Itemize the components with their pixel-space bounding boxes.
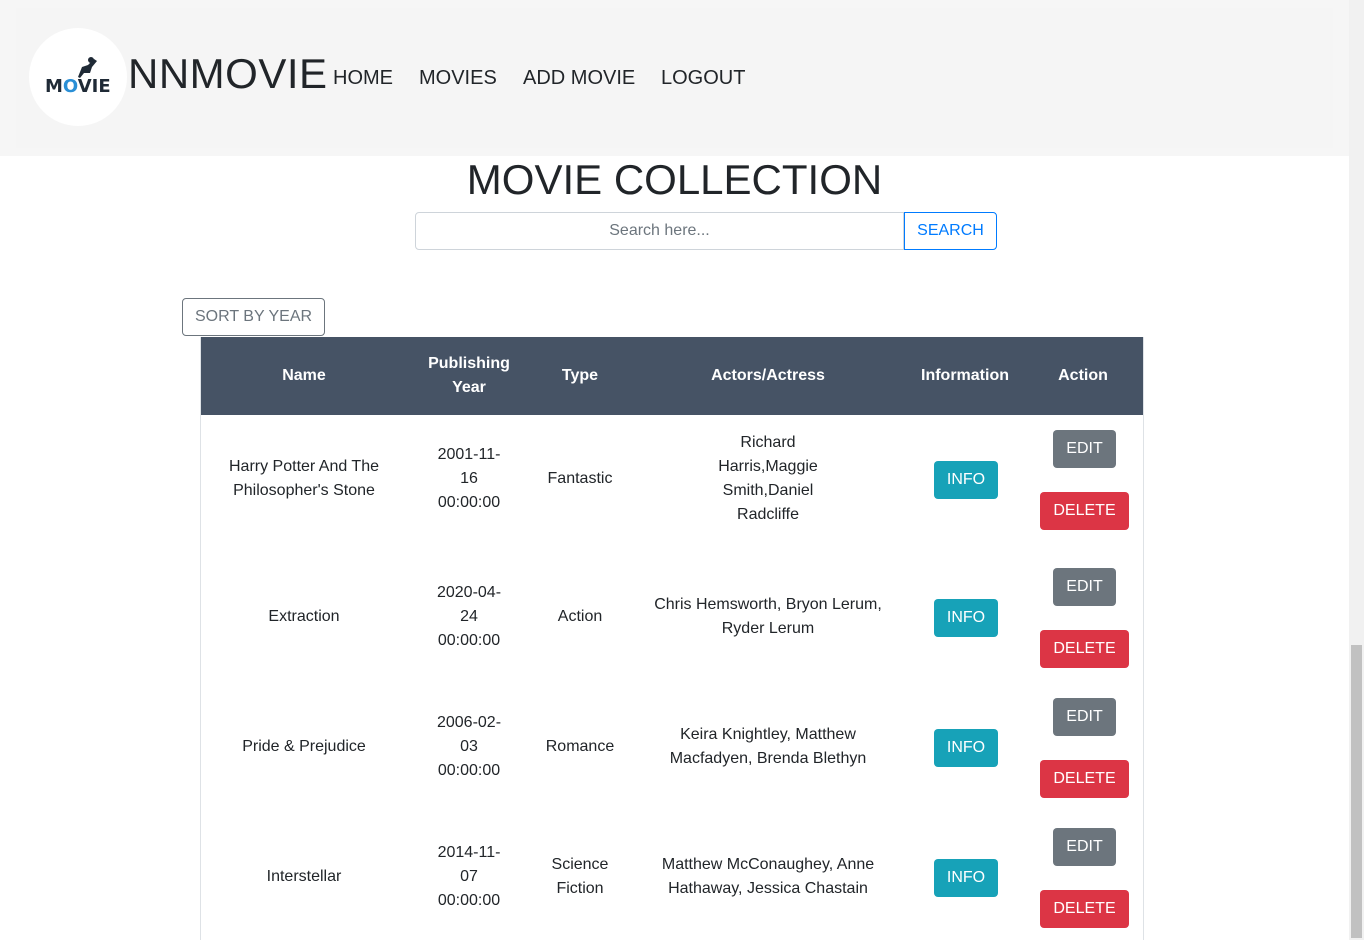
table-header: Name Publishing Year Type Actors/Actress… [201, 337, 1143, 415]
column-header-type: Type [561, 367, 599, 384]
info-button[interactable]: INFO [934, 729, 998, 767]
movie-name: Extraction [268, 608, 340, 625]
search-input[interactable] [415, 212, 904, 250]
logo-text: MOVIE [45, 76, 111, 97]
nav-home[interactable]: HOME [333, 67, 393, 90]
movie-actors: Richard Harris,Maggie Smith,Daniel Radcl… [718, 434, 818, 523]
scrollbar-thumb[interactable] [1351, 645, 1362, 938]
table-row: Harry Potter And The Philosopher's Stone… [201, 415, 1143, 543]
movie-name: Pride & Prejudice [242, 738, 366, 755]
info-button[interactable]: INFO [934, 599, 998, 637]
search-button[interactable]: SEARCH [904, 212, 997, 250]
edit-button[interactable]: EDIT [1053, 568, 1116, 606]
column-header-year: Publishing Year [428, 355, 510, 396]
delete-button[interactable]: DELETE [1040, 492, 1129, 530]
movie-year: 2001-11-16 00:00:00 [437, 446, 501, 511]
vertical-scrollbar[interactable] [1349, 0, 1364, 940]
movie-type: Action [557, 608, 603, 625]
movie-year: 2020-04-24 00:00:00 [436, 584, 502, 649]
movie-type: Romance [545, 738, 615, 755]
movie-name: Interstellar [266, 868, 342, 885]
page: MOVIE NNMOVIE HOME MOVIES ADD MOVIE LOGO… [0, 0, 1364, 940]
movie-year: 2014-11-07 00:00:00 [437, 844, 501, 909]
logo-text-o: O [62, 76, 78, 97]
column-header-name: Name [282, 367, 326, 384]
movie-year: 2006-02-03 00:00:00 [436, 714, 502, 779]
edit-button[interactable]: EDIT [1053, 430, 1116, 468]
nav-movies[interactable]: MOVIES [419, 67, 497, 90]
movie-actors: Keira Knightley, Matthew Macfadyen, Bren… [669, 726, 867, 767]
movie-actors: Chris Hemsworth, Bryon Lerum, Ryder Leru… [654, 596, 882, 637]
info-button[interactable]: INFO [934, 461, 998, 499]
movie-name: Harry Potter And The Philosopher's Stone [229, 458, 379, 499]
column-header-information: Information [921, 367, 1009, 384]
edit-button[interactable]: EDIT [1053, 828, 1116, 866]
nav-logout[interactable]: LOGOUT [661, 67, 745, 90]
brand-name[interactable]: NNMOVIE [128, 50, 328, 98]
table-row: Interstellar 2014-11-07 00:00:00 Science… [201, 813, 1143, 940]
movie-type: Science Fiction [551, 856, 609, 897]
movie-type: Fantastic [547, 470, 613, 487]
nav-add-movie[interactable]: ADD MOVIE [523, 67, 635, 90]
table-row: Extraction 2020-04-24 00:00:00 Action Ch… [201, 553, 1143, 681]
table-row: Pride & Prejudice 2006-02-03 00:00:00 Ro… [201, 683, 1143, 811]
scrollbar-track-upper [1351, 2, 1362, 366]
sort-by-year-button[interactable]: SORT BY YEAR [182, 298, 325, 336]
delete-button[interactable]: DELETE [1040, 890, 1129, 928]
info-button[interactable]: INFO [934, 859, 998, 897]
edit-button[interactable]: EDIT [1053, 698, 1116, 736]
delete-button[interactable]: DELETE [1040, 630, 1129, 668]
column-header-actors: Actors/Actress [711, 367, 825, 384]
movie-table: Name Publishing Year Type Actors/Actress… [200, 337, 1144, 940]
page-title: MOVIE COLLECTION [466, 156, 883, 203]
movie-actors: Matthew McConaughey, Anne Hathaway, Jess… [661, 856, 875, 897]
delete-button[interactable]: DELETE [1040, 760, 1129, 798]
column-header-action: Action [1058, 367, 1108, 384]
